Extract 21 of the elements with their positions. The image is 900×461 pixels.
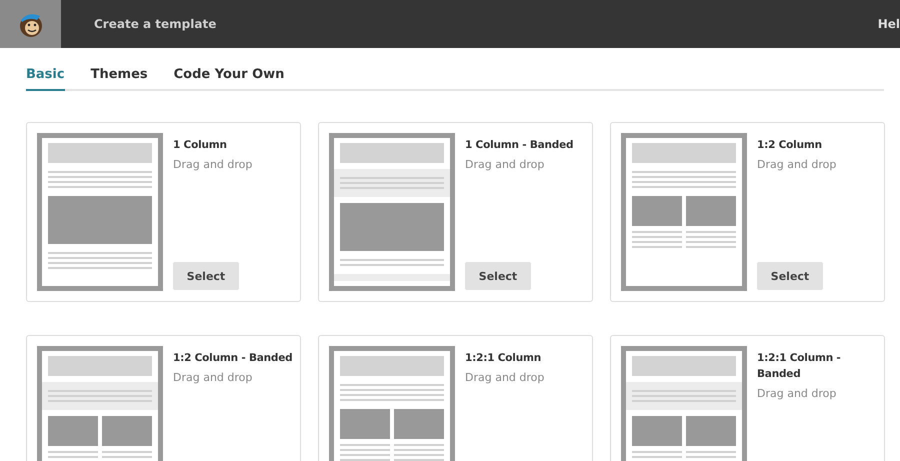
tab[interactable]: Basic [26, 67, 65, 91]
template-description: Drag and drop [465, 158, 546, 171]
select-button[interactable]: Select [757, 262, 823, 290]
template-description: Drag and drop [173, 158, 254, 171]
template-name: 1:2:1 Column - Banded [757, 351, 842, 382]
page-title: Create a template [94, 17, 218, 31]
select-button[interactable]: Select [173, 262, 239, 290]
template-name: 1:2:1 Column [465, 351, 542, 366]
help-link[interactable]: Hel [878, 17, 900, 31]
template-name: 1 Column [173, 138, 228, 153]
monkey-logo-icon[interactable] [0, 0, 61, 48]
tab[interactable]: Code Your Own [174, 67, 284, 91]
template-description: Drag and drop [757, 387, 838, 400]
select-button[interactable]: Select [465, 262, 531, 290]
template-name: 1 Column - Banded [465, 138, 574, 153]
tab[interactable]: Themes [90, 67, 148, 91]
template-description: Drag and drop [465, 371, 546, 384]
template-name: 1:2 Column [757, 138, 823, 153]
template-description: Drag and drop [173, 371, 254, 384]
template-name: 1:2 Column - Banded [173, 351, 294, 366]
template-description: Drag and drop [757, 158, 838, 171]
